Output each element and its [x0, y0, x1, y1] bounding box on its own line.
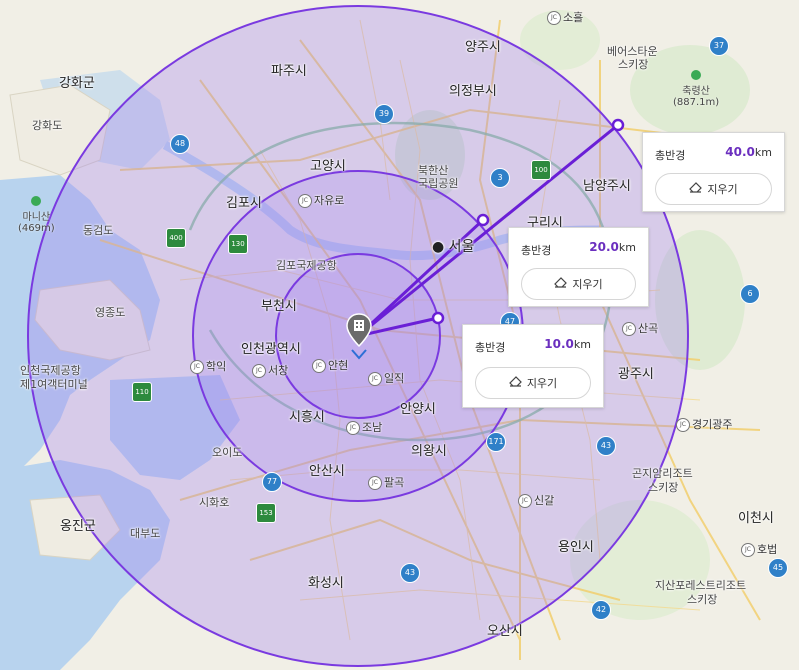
radius-value: 20.0km — [589, 240, 636, 254]
label-yeongjongdo: 영종도 — [95, 306, 126, 319]
radius-label: 총반경 — [521, 244, 552, 257]
jc-soheul: JC 소흘 — [547, 9, 583, 25]
jc-jayuro: JC 자유로 — [298, 192, 344, 208]
label-gwangju: 광주시 — [618, 367, 654, 382]
route-77: 77 — [262, 472, 282, 492]
map-canvas[interactable]: 양주시 JC 소흘 베어스타운 스키장 축령산 (887.1m) 파주시 의정부시 … — [0, 0, 799, 670]
route-43: 43 — [596, 436, 616, 456]
route-3: 3 — [490, 168, 510, 188]
label-osan: 오산시 — [487, 624, 523, 639]
radius-label: 총반경 — [475, 341, 506, 354]
label-bucheon: 부천시 — [261, 299, 297, 314]
label-icheon: 이천시 — [738, 511, 774, 526]
label-ganghwagun: 강화군 — [59, 76, 95, 91]
label-jisan2: 스키장 — [687, 593, 718, 606]
label-sihwaho: 시화호 — [199, 496, 230, 509]
label-uiwang: 의왕시 — [411, 444, 447, 459]
label-gonjiam2: 스키장 — [648, 481, 679, 494]
jc-hobeop: JC 호법 — [741, 541, 777, 557]
eraser-icon — [689, 182, 703, 196]
label-oido: 오이도 — [212, 446, 243, 459]
building-marker-icon[interactable] — [346, 312, 372, 362]
erase-button-20km[interactable]: 지우기 — [521, 268, 636, 300]
radius-value: 10.0km — [544, 337, 591, 351]
jc-singal: JC 신갈 — [518, 492, 554, 508]
jc-hakik: JC 학익 — [190, 358, 226, 374]
route-37: 37 — [709, 36, 729, 56]
label-seoul: ● 서울 — [432, 239, 475, 255]
label-bukhan2: 국립공원 — [418, 177, 459, 190]
label-anyang: 안양시 — [400, 402, 436, 417]
route-130: 130 — [228, 234, 248, 254]
erase-button-10km[interactable]: 지우기 — [475, 367, 591, 399]
label-namyangju: 남양주시 — [583, 179, 631, 194]
jc-gyeonggi-gwangju: JC 경기광주 — [676, 416, 732, 432]
radius-label: 총반경 — [655, 149, 686, 162]
label-goyang: 고양시 — [310, 159, 346, 174]
eraser-icon — [554, 277, 568, 291]
route-48: 48 — [170, 134, 190, 154]
label-paju: 파주시 — [271, 64, 307, 79]
route-6: 6 — [740, 284, 760, 304]
label-yongin: 용인시 — [558, 540, 594, 555]
route-400: 400 — [166, 228, 186, 248]
radius-handle-10km — [431, 311, 445, 325]
peak-manisan: 마니산 (469m) — [18, 196, 55, 234]
jc-sanggok: JC 산곡 — [622, 320, 658, 336]
label-ongjin: 옹진군 — [60, 519, 96, 534]
eraser-icon — [508, 376, 522, 390]
jc-anhyeon: JC 안현 — [312, 357, 348, 373]
route-100: 100 — [531, 160, 551, 180]
jc-seochang: JC 서창 — [252, 362, 288, 378]
label-ansan: 안산시 — [309, 464, 345, 479]
label-gimpo: 김포시 — [226, 196, 262, 211]
peak-chukryeong: 축령산 (887.1m) — [673, 70, 719, 108]
route-43-south: 43 — [400, 563, 420, 583]
label-donggeomdo: 동검도 — [83, 224, 114, 237]
radius-handle-40km — [611, 118, 625, 132]
radius-value: 40.0km — [725, 145, 772, 159]
label-gimpo-airport: 김포국제공항 — [276, 259, 337, 272]
label-incheon-airport2: 제1여객터미널 — [20, 378, 88, 391]
jc-palgok: JC 팔곡 — [368, 474, 404, 490]
label-bears2: 스키장 — [618, 58, 649, 71]
jc-joam: JC 조남 — [346, 419, 382, 435]
route-171: 171 — [486, 432, 506, 452]
label-incheon: 인천광역시 — [241, 342, 301, 357]
label-uijeongbu: 의정부시 — [449, 84, 497, 99]
erase-button-40km[interactable]: 지우기 — [655, 173, 772, 205]
radius-card-20km: 총반경 20.0km 지우기 — [508, 227, 649, 307]
radius-card-40km: 총반경 40.0km 지우기 — [642, 132, 785, 212]
route-45: 45 — [768, 558, 788, 578]
label-hwaseong: 화성시 — [308, 576, 344, 591]
radius-handle-20km — [476, 213, 490, 227]
label-ganghwado: 강화도 — [32, 119, 63, 132]
label-siheung: 시흥시 — [289, 410, 325, 425]
label-yangju: 양주시 — [465, 40, 501, 55]
label-daebudo: 대부도 — [130, 527, 161, 540]
route-110: 110 — [132, 382, 152, 402]
route-39: 39 — [374, 104, 394, 124]
radius-card-10km: 총반경 10.0km 지우기 — [462, 324, 604, 408]
jc-iljik: JC 일직 — [368, 370, 404, 386]
route-42: 42 — [591, 600, 611, 620]
route-153: 153 — [256, 503, 276, 523]
